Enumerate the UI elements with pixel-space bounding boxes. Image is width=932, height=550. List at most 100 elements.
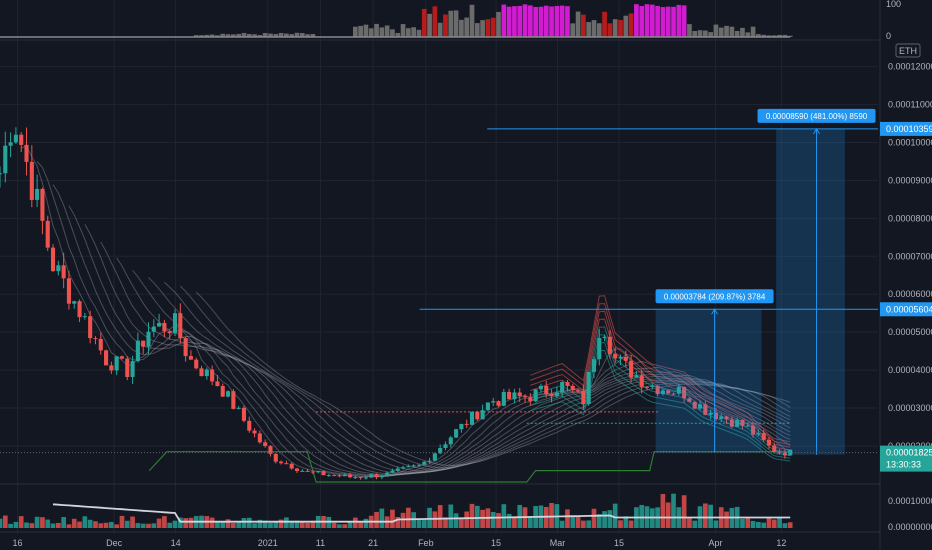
x-axis-tick: 15 xyxy=(614,538,624,548)
candle-body xyxy=(602,336,607,339)
indicator-bar xyxy=(665,6,671,38)
candle-body xyxy=(766,439,772,446)
candle-body xyxy=(427,460,432,462)
volume-bar xyxy=(490,511,496,528)
volume-bar xyxy=(77,521,82,528)
volume-bar xyxy=(241,518,247,528)
candle-body xyxy=(491,401,496,403)
indicator-bar xyxy=(660,7,666,38)
candle-body xyxy=(469,411,475,425)
volume-bar xyxy=(167,522,173,528)
volume-bar xyxy=(421,519,427,528)
candle-body xyxy=(45,220,50,248)
volume-bar xyxy=(50,523,56,528)
volume-bar xyxy=(156,518,162,528)
volume-bar xyxy=(469,503,475,528)
candle-body xyxy=(236,407,241,409)
candle-body xyxy=(353,477,358,479)
candle-body xyxy=(501,391,506,406)
indicator-bar xyxy=(607,23,613,37)
price-chart[interactable]: 0.00003784 (209.87%) 3784 0.00008590 (481… xyxy=(0,0,932,550)
volume-bar xyxy=(114,524,120,528)
indicator-bar xyxy=(437,22,443,37)
volume-bar xyxy=(618,520,623,528)
indicator-bar xyxy=(506,6,512,38)
volume-bar xyxy=(13,521,19,528)
candle-body xyxy=(72,301,77,304)
volume-bar xyxy=(607,510,613,528)
candle-body xyxy=(199,368,204,377)
candle-body xyxy=(50,247,56,272)
volume-bar xyxy=(400,512,406,528)
volume-bar xyxy=(305,522,310,528)
volume-bar xyxy=(299,522,305,528)
indicator-bar xyxy=(464,17,470,37)
candle-body xyxy=(98,338,103,351)
candle-body xyxy=(130,361,135,377)
volume-bar xyxy=(0,518,3,528)
volume-bar xyxy=(98,523,104,528)
candle-body xyxy=(623,356,628,361)
volume-bar xyxy=(231,522,236,528)
candle-body xyxy=(485,402,490,411)
candle-body xyxy=(761,433,766,440)
price-axis-tick: 0.00003000 xyxy=(888,403,932,413)
indicator-bar xyxy=(406,28,411,37)
candle-body xyxy=(591,359,597,372)
indicator-bar xyxy=(549,6,554,37)
candle-body xyxy=(422,461,427,465)
volume-bar xyxy=(225,519,231,528)
candle-body xyxy=(544,385,549,395)
candle-body xyxy=(257,433,262,443)
candle-body xyxy=(247,420,252,431)
volume-bar xyxy=(146,523,151,528)
indicator-bar xyxy=(352,26,358,37)
volume-bar xyxy=(766,517,772,528)
indicator-bar xyxy=(655,5,660,37)
candle-body xyxy=(305,470,310,472)
volume-bar xyxy=(565,509,570,528)
candle-body xyxy=(289,463,294,469)
volume-bar xyxy=(549,503,554,528)
price-axis-tick: 0.00012000 xyxy=(888,62,932,72)
indicator-bar xyxy=(681,5,687,37)
indicator-bar xyxy=(575,11,581,37)
indicator-bar xyxy=(400,24,406,37)
candle-body xyxy=(125,358,130,377)
candle-body xyxy=(618,356,623,359)
volume-bar xyxy=(639,504,645,528)
candle-body xyxy=(210,369,215,382)
indicator-bar xyxy=(411,27,417,37)
indicator-bar xyxy=(459,19,464,37)
candle-body xyxy=(522,396,528,398)
indicator-bar xyxy=(612,19,618,37)
indicator-bar xyxy=(522,4,528,38)
volume-bar xyxy=(162,516,167,528)
price-axis-tick: 0.00006000 xyxy=(888,289,932,299)
candle-body xyxy=(443,444,448,449)
volume-bar xyxy=(612,503,618,528)
candle-body xyxy=(141,340,146,347)
indicator-bar xyxy=(649,4,655,37)
x-axis-tick: 21 xyxy=(368,538,378,548)
candle-body xyxy=(241,407,247,421)
measure-label: 0.00008590 (481.00%) 8590 xyxy=(766,112,868,121)
x-axis-tick: 15 xyxy=(491,538,501,548)
candle-body xyxy=(406,466,411,468)
indicator-level-tick: 0 xyxy=(886,31,891,41)
candle-body xyxy=(29,161,34,200)
candle-body xyxy=(300,470,305,472)
candle-body xyxy=(379,476,384,478)
volume-bar xyxy=(459,518,464,528)
candle-body xyxy=(88,316,93,339)
indicator-bar xyxy=(724,25,729,37)
candle-body xyxy=(385,472,390,477)
indicator-bar xyxy=(692,30,698,37)
indicator-bar xyxy=(697,30,703,37)
candle-body xyxy=(0,173,3,175)
x-axis-tick: Dec xyxy=(106,538,123,548)
volume-bar xyxy=(777,516,782,528)
volume-bar xyxy=(347,521,353,528)
candle-body xyxy=(332,475,337,477)
candle-body xyxy=(151,326,156,332)
